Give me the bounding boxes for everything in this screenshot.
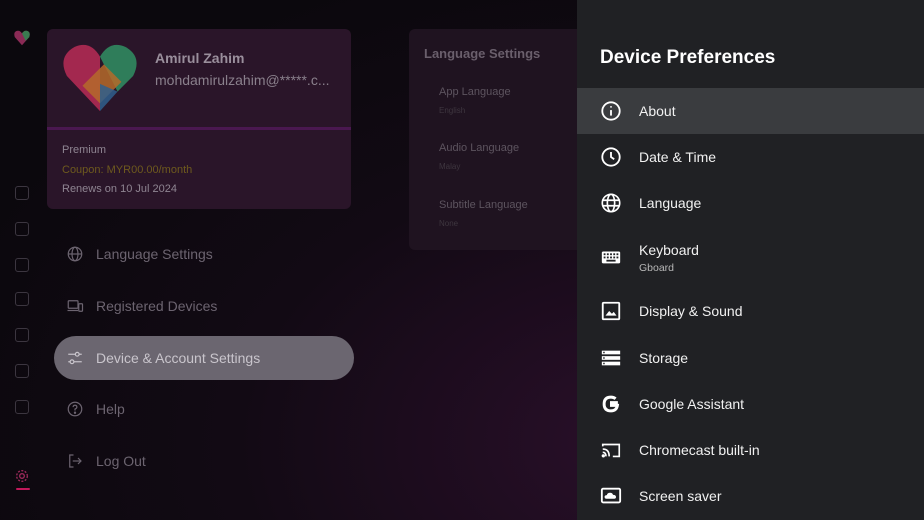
sliders-icon: [68, 351, 82, 365]
device-preferences-panel: Device Preferences About Date & Time Lan…: [577, 0, 924, 520]
subscription-plan: Premium: [62, 144, 107, 156]
info-icon: [601, 101, 621, 121]
pref-item-keyboard[interactable]: Keyboard Gboard: [577, 234, 924, 280]
app-language-value: English: [439, 106, 466, 115]
logout-icon: [69, 454, 82, 468]
pref-item-chromecast[interactable]: Chromecast built-in: [577, 427, 924, 473]
screensaver-icon: [600, 487, 622, 504]
menu-item-device-account-settings[interactable]: Device & Account Settings: [54, 336, 354, 380]
pref-label: Screen saver: [639, 488, 722, 504]
pref-item-display-sound[interactable]: Display & Sound: [577, 288, 924, 334]
pref-item-date-time[interactable]: Date & Time: [577, 134, 924, 180]
pref-label: Display & Sound: [639, 303, 743, 319]
subtitle-language-label[interactable]: Subtitle Language: [439, 199, 528, 211]
pref-item-about[interactable]: About: [577, 88, 924, 134]
app-logo-icon: [14, 30, 30, 46]
subtitle-language-value: None: [439, 219, 459, 228]
search-rail-icon[interactable]: [15, 186, 29, 200]
settings-gear-icon[interactable]: [14, 468, 30, 484]
pref-label: Keyboard: [639, 242, 699, 258]
clock-icon: [601, 147, 621, 167]
pref-label: Date & Time: [639, 149, 717, 165]
menu-item-registered-devices[interactable]: Registered Devices: [54, 284, 354, 328]
menu-item-label: Registered Devices: [96, 298, 218, 314]
audio-language-label[interactable]: Audio Language: [439, 142, 519, 154]
pref-label: Chromecast built-in: [639, 442, 760, 458]
storage-icon: [601, 350, 621, 366]
globe-icon: [601, 193, 621, 213]
apps-rail-icon[interactable]: [15, 400, 29, 414]
profile-name: Amirul Zahim: [155, 50, 245, 66]
active-rail-indicator: [16, 488, 30, 490]
help-circle-icon: [67, 401, 83, 417]
menu-item-label: Log Out: [96, 453, 146, 469]
language-settings-card: Language Settings App Language English A…: [409, 29, 577, 250]
pref-subtitle: Gboard: [639, 262, 675, 274]
pref-label: About: [639, 103, 676, 119]
pref-item-google-assistant[interactable]: Google Assistant: [577, 381, 924, 427]
profile-email: mohdamirulzahim@*****.c...: [155, 72, 330, 88]
globe-icon: [67, 246, 83, 262]
image-icon: [601, 301, 621, 321]
pref-item-language[interactable]: Language: [577, 180, 924, 226]
menu-item-log-out[interactable]: Log Out: [54, 439, 354, 483]
device-preferences-title: Device Preferences: [600, 47, 776, 68]
profile-card: Amirul Zahim mohdamirulzahim@*****.c... …: [47, 29, 351, 209]
tv-rail-icon[interactable]: [15, 258, 29, 272]
left-nav-rail: [0, 0, 46, 520]
devices-icon: [67, 300, 84, 312]
audio-language-value: Malay: [439, 162, 461, 171]
menu-item-label: Device & Account Settings: [96, 350, 261, 366]
live-rail-icon[interactable]: [15, 364, 29, 378]
menu-item-language-settings[interactable]: Language Settings: [54, 232, 354, 276]
pref-item-storage[interactable]: Storage: [577, 335, 924, 381]
movies-rail-icon[interactable]: [15, 292, 29, 306]
profile-divider: [47, 127, 351, 130]
menu-item-help[interactable]: Help: [54, 387, 354, 431]
menu-item-label: Help: [96, 401, 125, 417]
profile-heart-logo-icon: [63, 44, 137, 112]
pref-label: Google Assistant: [639, 396, 745, 412]
subscription-renewal: Renews on 10 Jul 2024: [62, 183, 177, 195]
pref-label: Storage: [639, 350, 689, 366]
sports-rail-icon[interactable]: [15, 328, 29, 342]
subscription-coupon: Coupon: MYR00.00/month: [62, 164, 193, 176]
home-rail-icon[interactable]: [15, 222, 29, 236]
google-icon: [602, 395, 620, 413]
language-settings-title: Language Settings: [424, 46, 541, 61]
pref-item-screen-saver[interactable]: Screen saver: [577, 473, 924, 519]
cast-icon: [601, 443, 621, 458]
app-language-label[interactable]: App Language: [439, 86, 511, 98]
keyboard-icon: [601, 251, 621, 264]
menu-item-label: Language Settings: [96, 246, 213, 262]
pref-label: Language: [639, 195, 702, 211]
